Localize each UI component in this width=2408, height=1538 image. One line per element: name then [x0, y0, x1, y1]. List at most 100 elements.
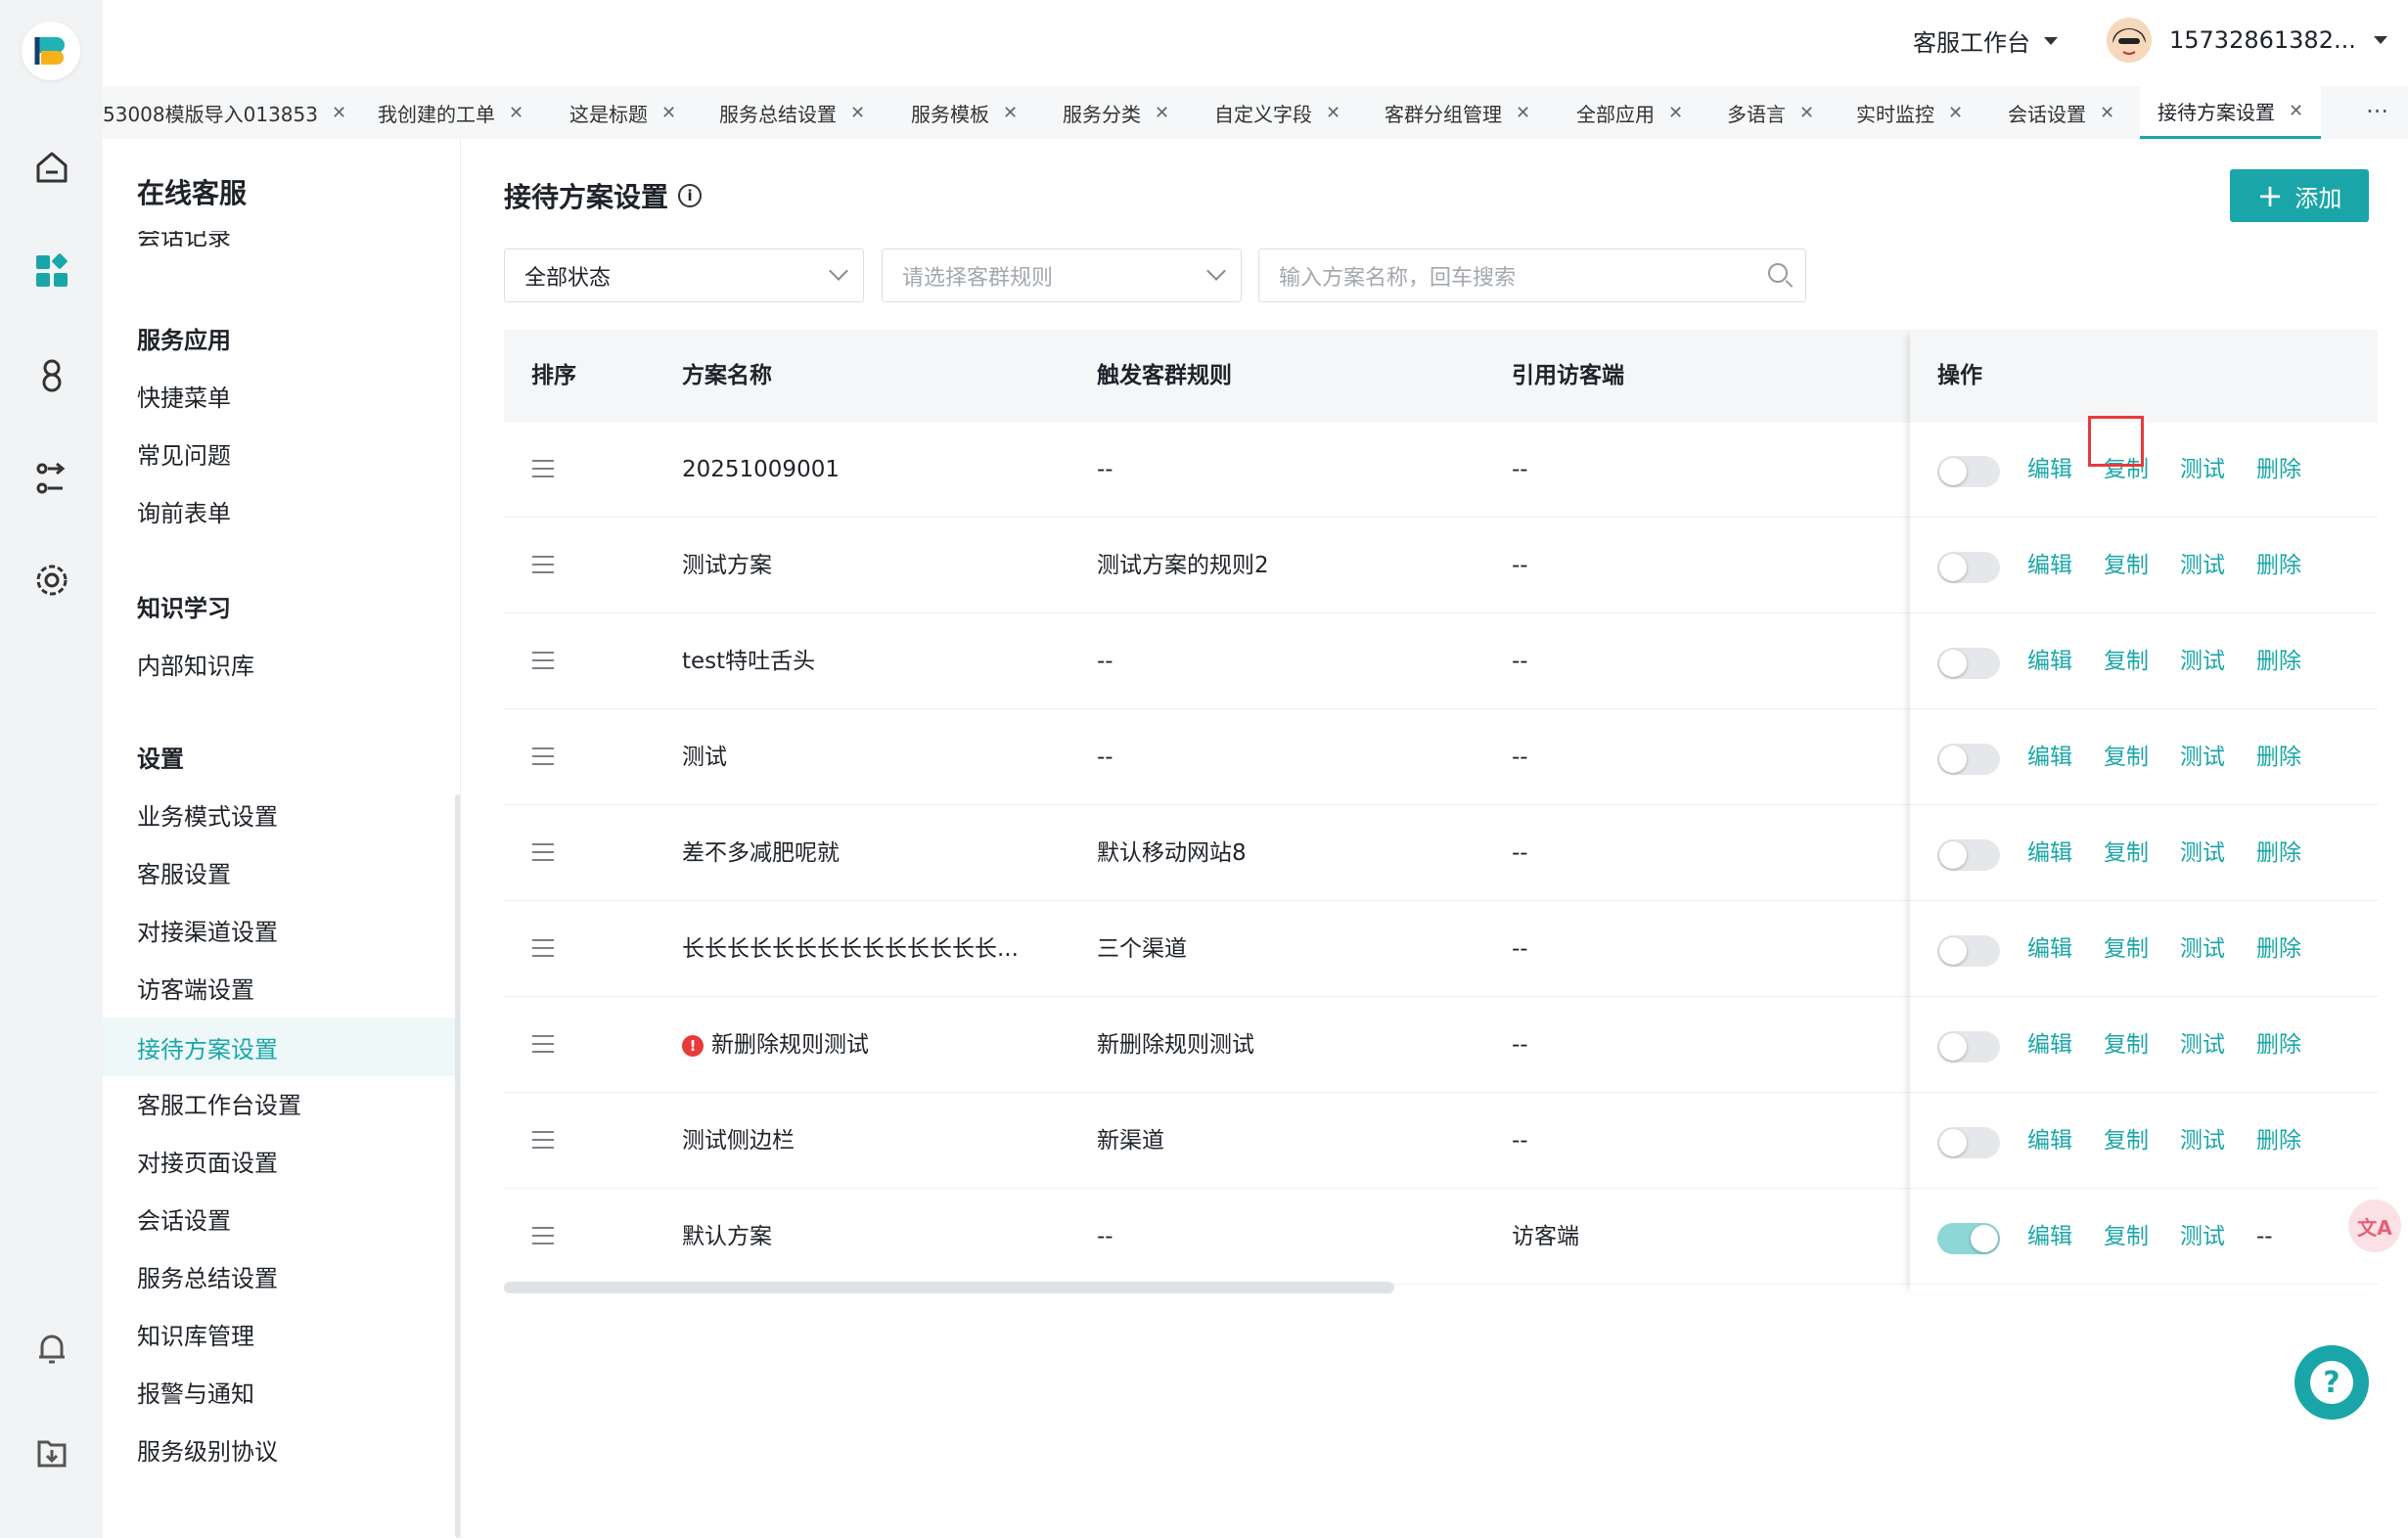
rule-select[interactable]: 请选择客群规则: [882, 249, 1242, 302]
table-horizontal-scrollbar[interactable]: [504, 1282, 1394, 1293]
tab-session-settings[interactable]: 会话设置 ✕: [2008, 86, 2114, 139]
copy-link[interactable]: 复制: [2104, 998, 2149, 1093]
sidebar-item-session-settings[interactable]: 会话设置: [137, 1201, 231, 1236]
sidebar-item-workbench-settings[interactable]: 客服工作台设置: [137, 1086, 301, 1120]
enable-toggle[interactable]: [1937, 1127, 2000, 1158]
sidebar-item-reception-plan[interactable]: 接待方案设置: [103, 1018, 460, 1076]
help-button[interactable]: ?: [2294, 1345, 2369, 1420]
user-menu[interactable]: 15732861382...: [2107, 18, 2387, 63]
app-logo[interactable]: [22, 22, 80, 80]
close-icon[interactable]: ✕: [1516, 103, 1530, 123]
close-icon[interactable]: ✕: [1799, 103, 1814, 123]
enable-toggle[interactable]: [1937, 744, 2000, 775]
test-link[interactable]: 测试: [2180, 998, 2225, 1093]
plan-name[interactable]: 长长长长长长长长长长长长长长...: [682, 902, 1019, 997]
drag-handle-icon[interactable]: [532, 939, 554, 957]
delete-link[interactable]: 删除: [2256, 998, 2301, 1093]
close-icon[interactable]: ✕: [2100, 103, 2114, 123]
close-icon[interactable]: ✕: [1326, 103, 1340, 123]
drag-handle-icon[interactable]: [532, 747, 554, 765]
sidebar-item-page-settings[interactable]: 对接页面设置: [137, 1144, 278, 1178]
enable-toggle[interactable]: [1937, 456, 2000, 487]
tab-group-management[interactable]: 客群分组管理 ✕: [1385, 86, 1530, 139]
copy-link[interactable]: 复制: [2104, 902, 2149, 997]
edit-link[interactable]: 编辑: [2027, 710, 2072, 805]
sidebar-item-channel-settings[interactable]: 对接渠道设置: [137, 913, 278, 947]
plan-name[interactable]: 默认方案: [682, 1190, 772, 1285]
sidebar-item-faq[interactable]: 常见问题: [137, 436, 231, 471]
delete-link[interactable]: 删除: [2256, 902, 2301, 997]
delete-link[interactable]: 删除: [2256, 519, 2301, 613]
status-select[interactable]: 全部状态: [504, 249, 864, 302]
translate-button[interactable]: 文A: [2348, 1199, 2401, 1252]
plan-name[interactable]: ! 新删除规则测试: [682, 998, 869, 1093]
tab-summary-settings[interactable]: 服务总结设置 ✕: [719, 86, 865, 139]
sidebar-item-session-records[interactable]: 会话记录: [137, 231, 231, 252]
test-link[interactable]: 测试: [2180, 614, 2225, 709]
settings-gear-icon[interactable]: [29, 558, 74, 603]
search-icon[interactable]: [1768, 263, 1788, 283]
sidebar-item-internal-kb[interactable]: 内部知识库: [137, 647, 254, 681]
apps-icon[interactable]: [29, 249, 74, 294]
more-tabs-icon[interactable]: ···: [2366, 98, 2388, 125]
close-icon[interactable]: ✕: [850, 103, 865, 123]
delete-link[interactable]: 删除: [2256, 423, 2301, 518]
tab-reception-plan[interactable]: 接待方案设置 ✕: [2140, 86, 2322, 139]
close-icon[interactable]: ✕: [1668, 103, 1683, 123]
tab-realtime-monitor[interactable]: 实时监控 ✕: [1856, 86, 1963, 139]
sidebar-item-agent-settings[interactable]: 客服设置: [137, 855, 231, 889]
copy-link[interactable]: 复制: [2104, 614, 2149, 709]
bell-icon[interactable]: [29, 1326, 74, 1371]
tab-multilanguage[interactable]: 多语言 ✕: [1727, 86, 1814, 139]
sidebar-item-summary-settings[interactable]: 服务总结设置: [137, 1259, 278, 1293]
drag-handle-icon[interactable]: [532, 1131, 554, 1149]
plan-name[interactable]: 20251009001: [682, 423, 840, 518]
edit-link[interactable]: 编辑: [2027, 614, 2072, 709]
sidebar-item-sla[interactable]: 服务级别协议: [137, 1432, 278, 1467]
edit-link[interactable]: 编辑: [2027, 998, 2072, 1093]
drag-handle-icon[interactable]: [532, 843, 554, 861]
test-link[interactable]: 测试: [2180, 423, 2225, 518]
sidebar-item-visitor-settings[interactable]: 访客端设置: [137, 971, 254, 1005]
info-icon[interactable]: i: [678, 184, 703, 207]
plan-name[interactable]: 差不多减肥呢就: [682, 806, 840, 901]
drag-handle-icon[interactable]: [532, 1227, 554, 1244]
test-link[interactable]: 测试: [2180, 710, 2225, 805]
plan-name[interactable]: 测试方案: [682, 519, 772, 613]
close-icon[interactable]: ✕: [509, 103, 523, 123]
copy-link[interactable]: 复制: [2104, 1190, 2149, 1285]
plan-name[interactable]: test特吐舌头: [682, 614, 815, 709]
search-input[interactable]: 输入方案名称，回车搜索: [1258, 249, 1806, 302]
close-icon[interactable]: ✕: [332, 103, 346, 123]
edit-link[interactable]: 编辑: [2027, 902, 2072, 997]
plan-name[interactable]: 测试: [682, 710, 727, 805]
test-link[interactable]: 测试: [2180, 806, 2225, 901]
copy-link[interactable]: 复制: [2104, 519, 2149, 613]
close-icon[interactable]: ✕: [1003, 103, 1018, 123]
drag-handle-icon[interactable]: [532, 556, 554, 573]
tab-template-import[interactable]: 53008模版导入013853 ✕: [103, 86, 346, 139]
drag-handle-icon[interactable]: [532, 1035, 554, 1053]
customer-service-icon[interactable]: [29, 352, 74, 397]
add-button[interactable]: + 添加: [2230, 169, 2369, 222]
tab-all-apps[interactable]: 全部应用 ✕: [1576, 86, 1683, 139]
copy-link[interactable]: 复制: [2104, 806, 2149, 901]
edit-link[interactable]: 编辑: [2027, 806, 2072, 901]
tab-my-tickets[interactable]: 我创建的工单 ✕: [378, 86, 523, 139]
test-link[interactable]: 测试: [2180, 1190, 2225, 1285]
sidebar-item-kb-management[interactable]: 知识库管理: [137, 1317, 254, 1351]
enable-toggle[interactable]: [1937, 839, 2000, 871]
edit-link[interactable]: 编辑: [2027, 423, 2072, 518]
sidebar-item-pre-chat-form[interactable]: 询前表单: [137, 494, 231, 528]
enable-toggle[interactable]: [1937, 648, 2000, 679]
copy-link[interactable]: 复制: [2104, 1094, 2149, 1189]
home-icon[interactable]: [29, 145, 74, 190]
close-icon[interactable]: ✕: [1155, 103, 1169, 123]
enable-toggle[interactable]: [1937, 552, 2000, 583]
delete-link[interactable]: 删除: [2256, 710, 2301, 805]
tab-custom-fields[interactable]: 自定义字段 ✕: [1214, 86, 1340, 139]
delete-link[interactable]: 删除: [2256, 806, 2301, 901]
close-icon[interactable]: ✕: [1948, 103, 1963, 123]
close-icon[interactable]: ✕: [661, 103, 676, 123]
drag-handle-icon[interactable]: [532, 652, 554, 669]
